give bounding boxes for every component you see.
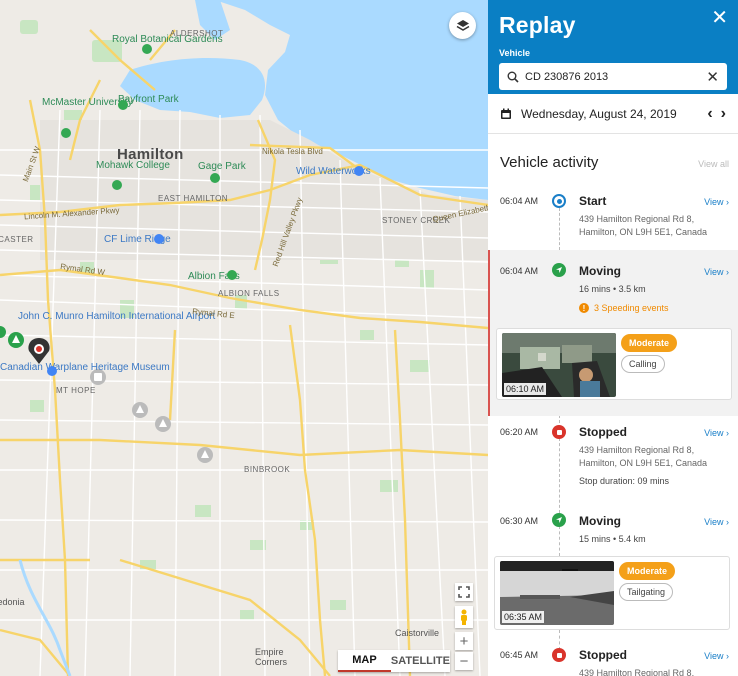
map-type-toggle: MAP SATELLITE — [338, 650, 450, 672]
map-layers-button[interactable] — [449, 12, 476, 39]
event-address: 439 Hamilton Regional Rd 8, Hamilton, ON… — [579, 445, 708, 468]
street-view-button[interactable] — [455, 606, 473, 628]
event-view-link[interactable]: View › — [704, 428, 729, 438]
stop-duration: Stop duration: 09 mins — [579, 476, 670, 486]
event-type: Moving — [579, 514, 621, 528]
prev-day-icon[interactable]: ‹ — [707, 105, 712, 123]
map-label-caledonia: Caledonia — [0, 597, 25, 607]
map-label-caistorville: Caistorville — [395, 628, 440, 638]
event-view-link[interactable]: View › — [704, 651, 729, 661]
event-type: Stopped — [579, 425, 627, 439]
poi-gage-park — [210, 173, 220, 183]
event-type: Moving — [579, 264, 621, 278]
stop-icon — [552, 648, 566, 662]
event-time: 06:45 AM — [500, 650, 539, 660]
poi-warplane-museum — [47, 366, 57, 376]
severity-badge: Moderate — [621, 334, 678, 352]
map-label-ancaster: ANCASTER — [0, 235, 34, 244]
poi-wild-waterworks — [354, 166, 364, 176]
event-time: 06:04 AM — [500, 266, 539, 276]
map-label-warplane-museum: Canadian Warplane Heritage Museum — [0, 362, 170, 373]
activity-title: Vehicle activity — [500, 154, 599, 171]
event-view-link[interactable]: View › — [704, 267, 729, 277]
map-label-mohawk: Mohawk College — [96, 160, 170, 171]
date-selector: Wednesday, August 24, 2019 ‹ › — [488, 94, 738, 134]
event-type: Start — [579, 194, 607, 208]
event-view-link[interactable]: View › — [704, 197, 729, 207]
vehicle-search-field[interactable]: CD 230876 2013 ✕ — [499, 63, 727, 90]
poi-mohawk — [112, 180, 122, 190]
map-view[interactable]: Hamilton Royal Botanical Gardens ALDERSH… — [0, 0, 488, 676]
video-thumbnail[interactable]: 06:35 AM — [500, 561, 614, 625]
zoom-out-button[interactable]: − — [455, 652, 473, 670]
map-label-binbrook: BINBROOK — [244, 465, 291, 474]
view-all-link[interactable]: View all — [698, 159, 729, 169]
stop-icon — [552, 425, 566, 439]
video-timestamp: 06:35 AM — [502, 611, 545, 623]
panel-title: Replay — [499, 12, 576, 38]
moving-icon — [552, 513, 566, 527]
activity-event-moving-selected[interactable]: 06:04 AM Moving View › 16 mins • 3.5 km … — [488, 250, 738, 416]
warning-icon: ! — [579, 303, 589, 313]
map-type-satellite[interactable]: SATELLITE — [391, 650, 450, 672]
activity-header: Vehicle activity View all — [488, 134, 738, 171]
moving-icon — [552, 263, 566, 277]
panel-header: Replay ✕ Vehicle CD 230876 2013 ✕ — [488, 0, 738, 94]
vehicle-search-value[interactable]: CD 230876 2013 — [525, 71, 706, 83]
map-label-east-hamilton: EAST HAMILTON — [158, 194, 229, 203]
calendar-icon[interactable] — [500, 108, 512, 120]
event-time: 06:30 AM — [500, 516, 539, 526]
pegman-icon — [461, 609, 467, 625]
speeding-warning[interactable]: ! 3 Speeding events — [579, 303, 669, 313]
clear-icon[interactable]: ✕ — [706, 68, 719, 86]
map-label-royal-botanical: Royal Botanical Gardens — [112, 34, 223, 45]
next-day-icon[interactable]: › — [721, 105, 726, 123]
selected-date[interactable]: Wednesday, August 24, 2019 — [521, 107, 699, 121]
poi-mcmaster — [61, 128, 71, 138]
activity-event-stopped[interactable]: 06:45 AM Stopped View › 439 Hamilton Reg… — [488, 642, 738, 676]
map-label-nikola: Nikola Tesla Blvd — [262, 147, 323, 156]
video-thumbnail[interactable]: 06:10 AM — [502, 333, 616, 397]
activity-event-start[interactable]: 06:04 AM Start View › 439 Hamilton Regio… — [488, 180, 738, 250]
event-time: 06:20 AM — [500, 427, 539, 437]
map-label-albion-falls-area: ALBION FALLS — [218, 289, 280, 298]
poi-bayfront — [118, 100, 128, 110]
event-duration-distance: 16 mins • 3.5 km — [579, 284, 646, 294]
event-type: Stopped — [579, 648, 627, 662]
severity-badge: Moderate — [619, 562, 676, 580]
activity-event-stopped[interactable]: 06:20 AM Stopped View › 439 Hamilton Reg… — [488, 416, 738, 506]
poi-royal-botanical — [142, 44, 152, 54]
poi-albion-falls — [227, 270, 237, 280]
search-icon — [507, 71, 519, 83]
fullscreen-icon — [458, 586, 470, 598]
zoom-in-button[interactable]: + — [455, 632, 473, 650]
behavior-tag: Tailgating — [619, 583, 674, 601]
event-address: 439 Hamilton Regional Rd 8, — [579, 668, 695, 676]
map-label-aldershot: ALDERSHOT — [170, 29, 224, 38]
replay-panel: Replay ✕ Vehicle CD 230876 2013 ✕ Wednes… — [488, 0, 738, 676]
poi-cf-lime-ridge — [154, 234, 164, 244]
layers-icon — [456, 19, 469, 31]
map-type-map[interactable]: MAP — [338, 650, 391, 672]
navigation-arrow-icon — [556, 267, 562, 273]
video-timestamp: 06:10 AM — [504, 383, 547, 395]
vehicle-label: Vehicle — [499, 48, 531, 58]
start-icon — [552, 194, 566, 208]
map-label-empire-corners: Empire Corners — [255, 647, 288, 667]
video-card[interactable]: 06:35 AM Moderate Tailgating — [494, 556, 730, 630]
map-label-airport: John C. Munro Hamilton International Air… — [18, 311, 215, 322]
behavior-tag: Calling — [621, 355, 665, 373]
activity-event-moving[interactable]: 06:30 AM Moving View › 15 mins • 5.4 km — [488, 506, 738, 554]
video-card[interactable]: 06:10 AM Moderate Calling — [496, 328, 732, 400]
event-time: 06:04 AM — [500, 196, 539, 206]
map-label-gage-park: Gage Park — [198, 161, 246, 172]
event-address: 439 Hamilton Regional Rd 8, Hamilton, ON… — [579, 214, 708, 237]
fullscreen-button[interactable] — [455, 583, 473, 601]
navigation-arrow-icon — [556, 517, 562, 523]
map-label-mcmaster: McMaster University — [42, 97, 133, 108]
close-icon[interactable]: ✕ — [711, 8, 728, 28]
event-duration-distance: 15 mins • 5.4 km — [579, 534, 646, 544]
map-label-mt-hope: MT HOPE — [56, 386, 96, 395]
event-view-link[interactable]: View › — [704, 517, 729, 527]
